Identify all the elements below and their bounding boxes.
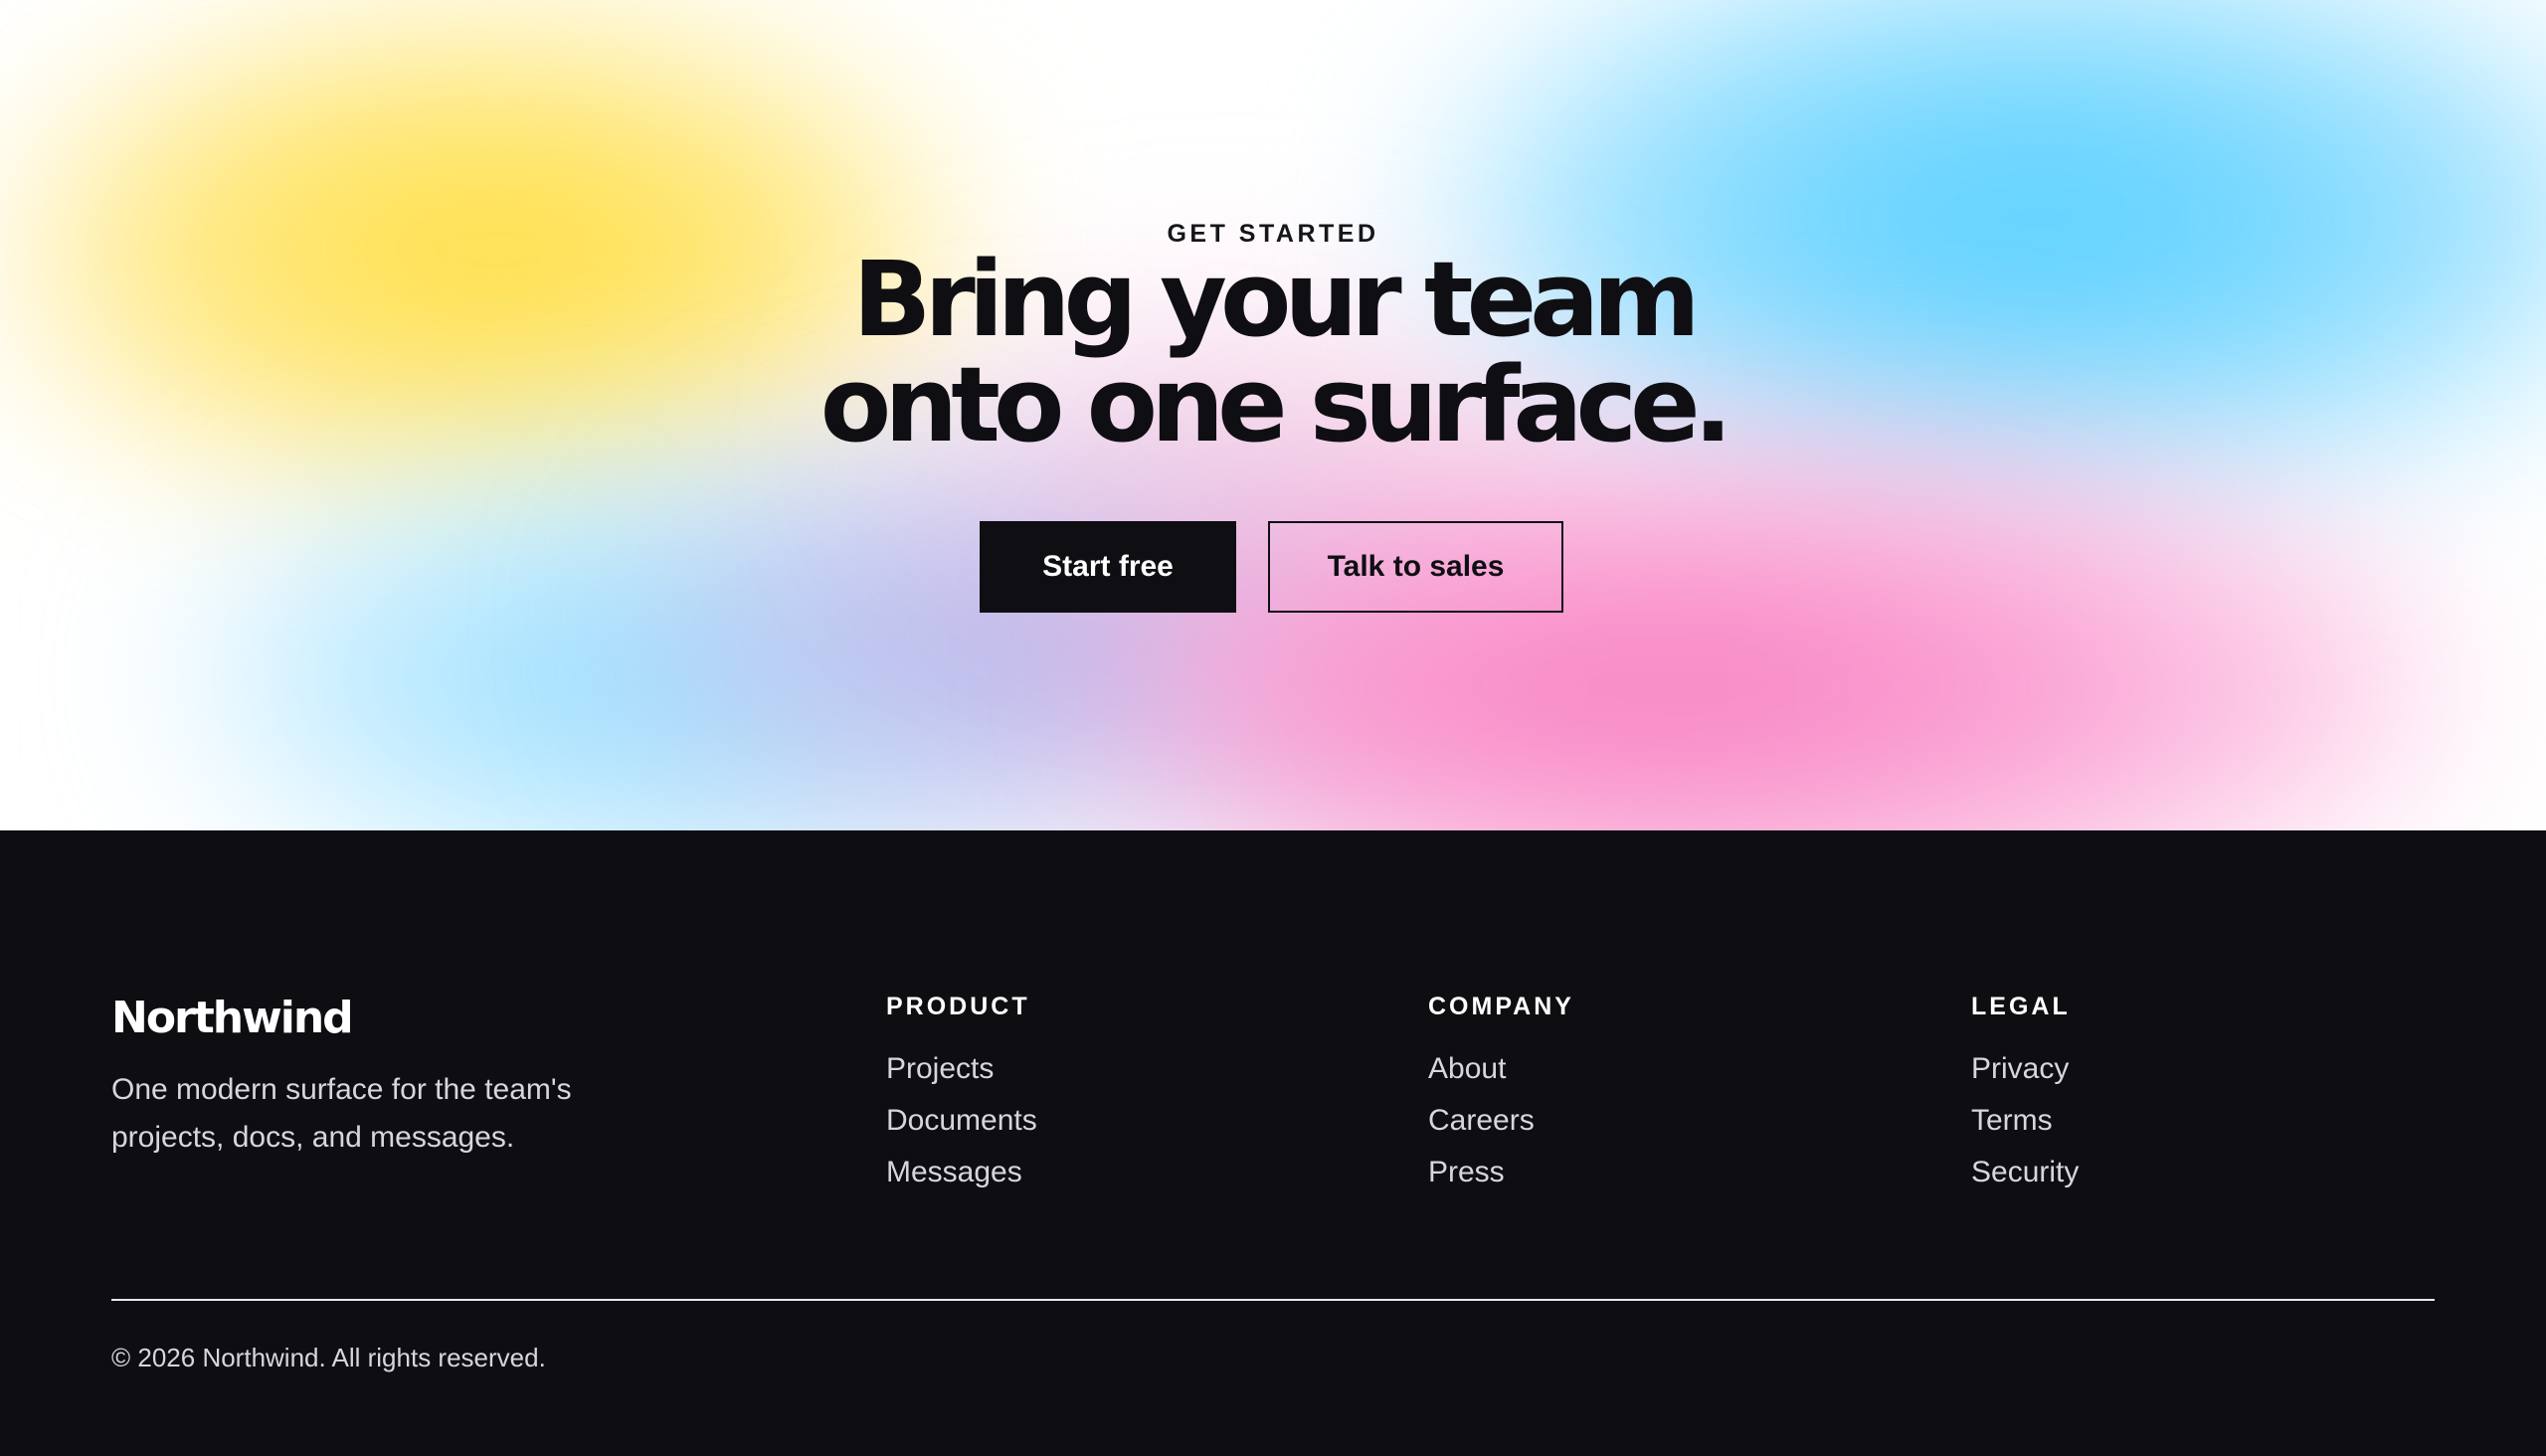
hero-cta-row: Start free Talk to sales: [980, 521, 1563, 613]
footer-link-press[interactable]: Press: [1428, 1147, 1574, 1198]
footer-column-title: PRODUCT: [886, 993, 1030, 1020]
talk-to-sales-button[interactable]: Talk to sales: [1268, 521, 1563, 613]
footer-link-list: Projects Documents Messages: [886, 1043, 1037, 1198]
footer-copyright: © 2026 Northwind. All rights reserved.: [111, 1343, 546, 1372]
footer-link-privacy[interactable]: Privacy: [1971, 1043, 2079, 1095]
footer-link-list: About Careers Press: [1428, 1043, 1574, 1198]
footer-link-security[interactable]: Security: [1971, 1147, 2079, 1198]
footer-link-terms[interactable]: Terms: [1971, 1095, 2079, 1147]
footer-link-projects[interactable]: Projects: [886, 1043, 1037, 1095]
hero-headline-line-2: onto one surface.: [819, 344, 1732, 465]
hero-headline-line-1: Bring your team: [852, 239, 1700, 360]
footer-link-messages[interactable]: Messages: [886, 1147, 1037, 1198]
footer-column-title: COMPANY: [1428, 993, 1574, 1020]
start-free-button[interactable]: Start free: [980, 521, 1236, 613]
site-footer: Northwind One modern surface for the tea…: [0, 830, 2546, 1456]
footer-link-documents[interactable]: Documents: [886, 1095, 1037, 1147]
footer-column-company: COMPANY About Careers Press: [1428, 990, 1574, 1198]
footer-column-legal: LEGAL Privacy Terms Security: [1971, 990, 2079, 1198]
footer-divider: [111, 1299, 2435, 1301]
footer-link-about[interactable]: About: [1428, 1043, 1574, 1095]
footer-tagline: One modern surface for the team's projec…: [111, 1073, 572, 1154]
footer-link-list: Privacy Terms Security: [1971, 1043, 2079, 1198]
footer-brand-logo[interactable]: Northwind: [111, 993, 354, 1043]
footer-link-careers[interactable]: Careers: [1428, 1095, 1574, 1147]
hero-headline: Bring your team onto one surface.: [0, 247, 2546, 457]
footer-column-title: LEGAL: [1971, 993, 2071, 1020]
footer-column-product: PRODUCT Projects Documents Messages: [886, 990, 1037, 1198]
cta-hero-section: GET STARTED Bring your team onto one sur…: [0, 0, 2546, 830]
